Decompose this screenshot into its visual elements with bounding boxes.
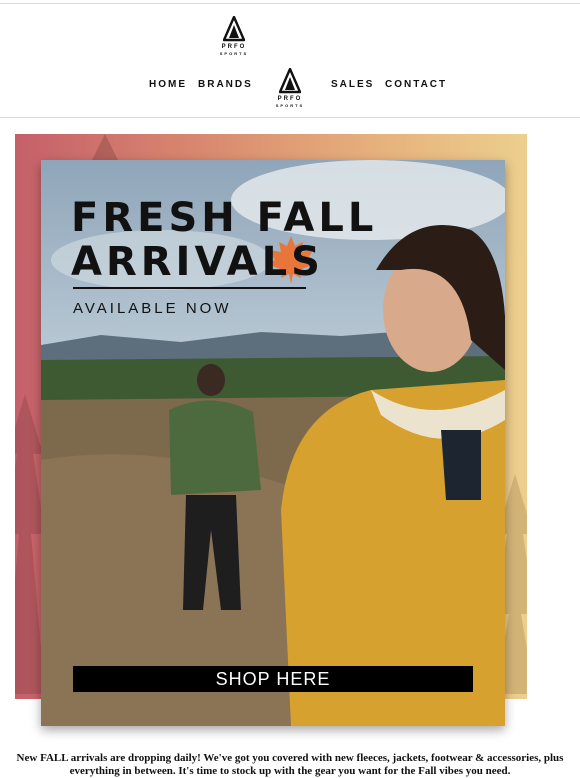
shop-here-button[interactable]: SHOP HERE: [73, 666, 473, 692]
hero-subtitle: AVAILABLE NOW: [73, 300, 232, 317]
header-divider: [0, 117, 580, 118]
brand-name: PRFO: [221, 44, 247, 50]
nav-sales[interactable]: SALES: [331, 79, 374, 90]
hero-title-line-1: FRESH FALL: [71, 195, 378, 241]
hero-divider: [73, 287, 306, 289]
brand-name: PRFO: [277, 96, 303, 102]
mountain-logo-icon: [223, 16, 245, 42]
email-header: PRFO SPORTS HOME BRANDS PRFO SPORTS SALE…: [0, 4, 580, 116]
nav-brands[interactable]: BRANDS: [198, 79, 253, 90]
brand-logo-nav[interactable]: PRFO SPORTS: [268, 68, 312, 108]
hero-banner[interactable]: FRESH FALL ARRIVALS AVAILABLE NOW SHOP H…: [41, 160, 505, 726]
brand-logo-top[interactable]: PRFO SPORTS: [212, 16, 256, 56]
brand-tagline: SPORTS: [219, 51, 249, 56]
nav-contact[interactable]: CONTACT: [385, 79, 447, 90]
brand-tagline: SPORTS: [275, 103, 305, 108]
mountain-logo-icon: [279, 68, 301, 94]
body-text: New FALL arrivals are dropping daily! We…: [16, 752, 564, 777]
nav-home[interactable]: HOME: [149, 79, 187, 90]
hero-title: FRESH FALL ARRIVALS: [71, 196, 377, 284]
hero-title-line-2: ARRIVALS: [71, 239, 324, 285]
